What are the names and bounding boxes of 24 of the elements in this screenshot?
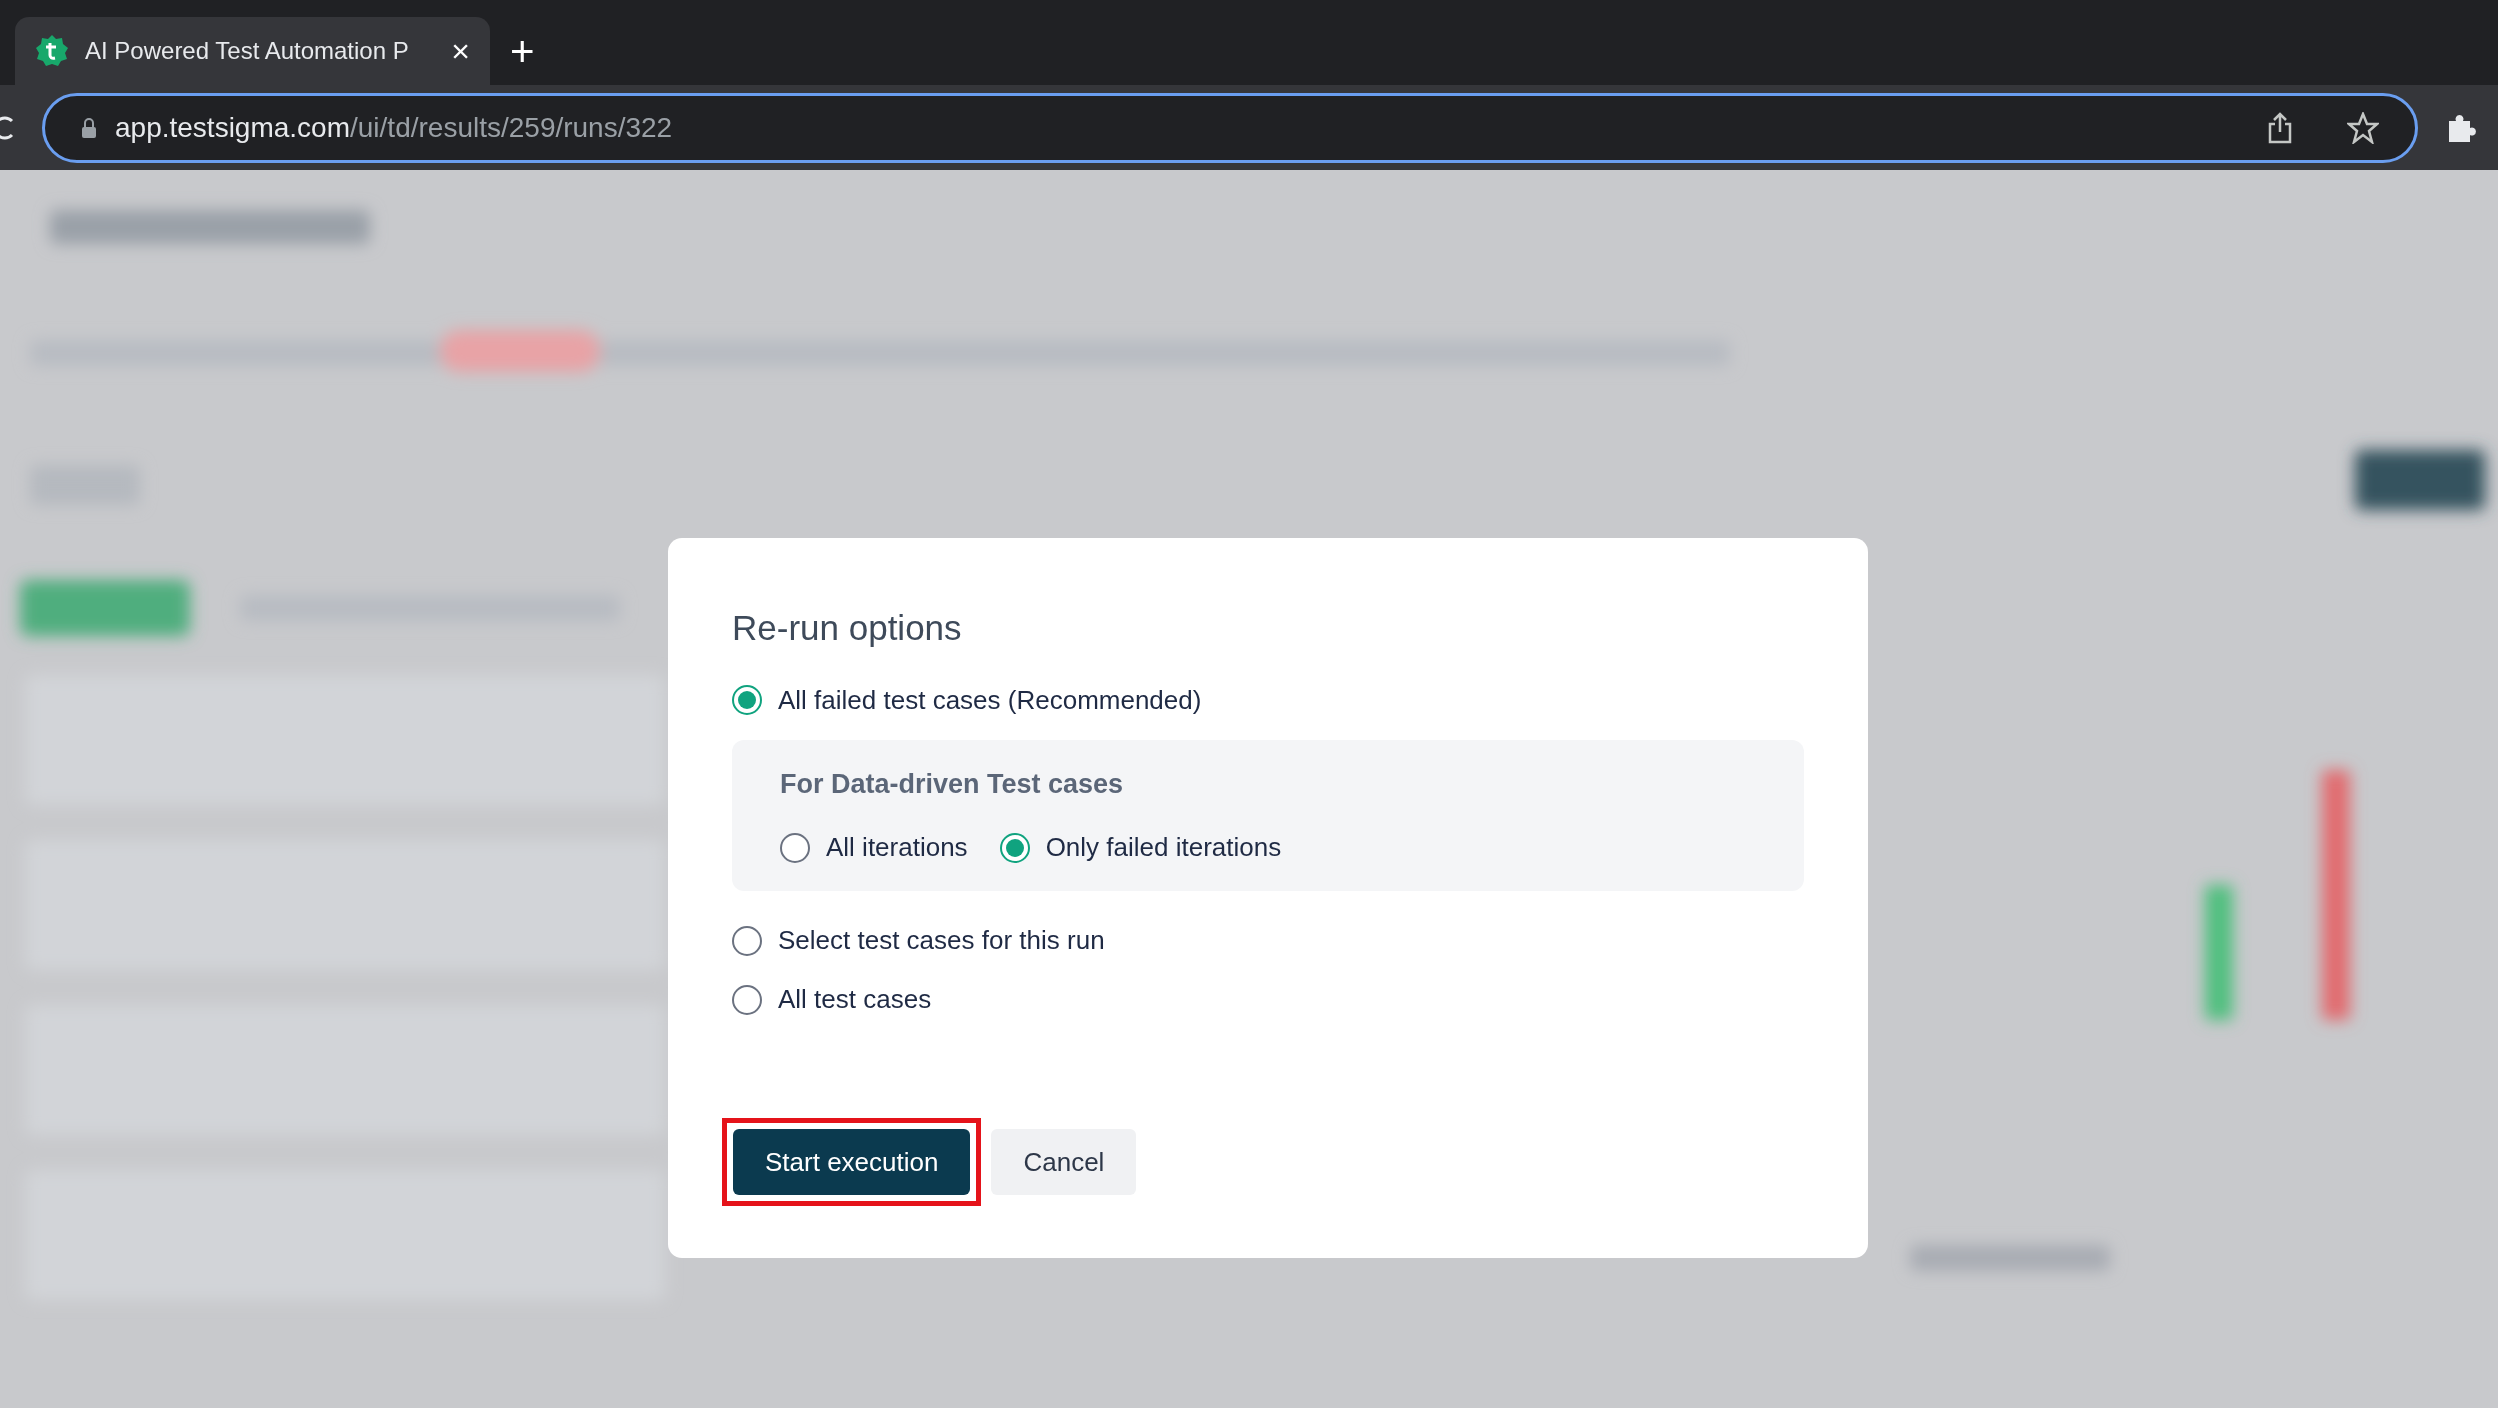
option-label: All failed test cases (Recommended) [778,683,1202,717]
radio-button[interactable] [732,685,762,715]
option-label: Select test cases for this run [778,924,1105,957]
option-label: Only failed iterations [1045,831,1282,864]
gear-logo-icon [35,34,69,68]
option-label: All test cases [778,983,932,1016]
star-icon[interactable] [2347,111,2379,144]
browser-tab[interactable]: AI Powered Test Automation P × [15,17,490,85]
url-text: app.testsigma.com/ui/td/results/259/runs/322 [115,110,674,145]
address-bar[interactable]: app.testsigma.com/ui/td/results/259/runs/322 [42,92,2418,163]
radio-button[interactable] [732,984,762,1015]
radio-button[interactable] [732,925,762,956]
cancel-button[interactable]: Cancel [991,1129,1137,1195]
radio-button[interactable] [999,832,1030,863]
radio-button[interactable] [780,832,810,863]
tab-title: AI Powered Test Automation P [85,36,410,66]
dialog-title: Re-run options [732,607,963,649]
new-tab-button[interactable]: + [510,31,535,73]
share-icon[interactable] [2267,111,2293,144]
option-label: All iterations [826,831,968,864]
lock-icon [81,116,97,139]
close-tab-button[interactable]: × [451,35,470,67]
start-button[interactable]: Start execution [733,1129,971,1195]
panel-title: For Data-driven Test cases [780,767,1125,801]
